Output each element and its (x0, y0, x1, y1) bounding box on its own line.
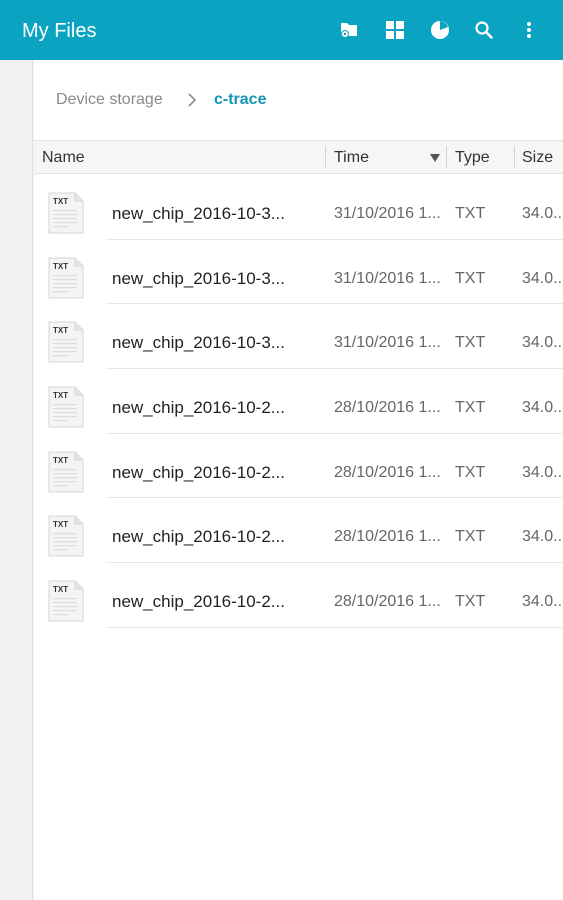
file-type: TXT (455, 528, 486, 546)
file-time: 28/10/2016 1... (334, 528, 441, 546)
txt-file-icon: TXT (48, 257, 84, 299)
app-title: My Files (22, 20, 97, 42)
file-size: 34.0... (522, 528, 563, 546)
file-size: 34.0... (522, 334, 563, 352)
svg-text:TXT: TXT (53, 520, 68, 529)
file-size: 34.0... (522, 269, 563, 287)
file-name: new_chip_2016-10-3... (112, 268, 285, 288)
file-time: 31/10/2016 1... (334, 334, 441, 352)
file-name: new_chip_2016-10-2... (112, 527, 285, 547)
svg-text:TXT: TXT (53, 585, 68, 594)
column-time[interactable]: Time (334, 149, 369, 167)
column-name[interactable]: Name (42, 149, 85, 167)
file-type: TXT (455, 463, 486, 481)
file-time: 31/10/2016 1... (334, 205, 441, 222)
file-name: new_chip_2016-10-2... (112, 462, 285, 482)
row-divider (106, 626, 563, 628)
file-row[interactable]: TXT new_chip_2016-10-3... 31/10/2016 1..… (34, 175, 563, 240)
file-size: 34.0... (522, 205, 563, 222)
txt-file-icon: TXT (48, 321, 84, 363)
pie-chart-icon[interactable] (428, 18, 452, 42)
file-type: TXT (455, 593, 486, 611)
file-row[interactable]: TXT new_chip_2016-10-2... 28/10/2016 1..… (34, 369, 563, 434)
navigation-drawer-strip[interactable] (0, 60, 33, 900)
column-size[interactable]: Size (522, 149, 553, 167)
svg-text:TXT: TXT (53, 326, 68, 335)
storage-icon[interactable] (337, 18, 361, 42)
svg-text:TXT: TXT (53, 262, 68, 271)
svg-text:TXT: TXT (53, 197, 68, 206)
chevron-right-icon (188, 93, 197, 107)
txt-file-icon: TXT (48, 386, 84, 428)
file-name: new_chip_2016-10-2... (112, 398, 285, 418)
file-size: 34.0... (522, 593, 563, 611)
breadcrumb-root[interactable]: Device storage (56, 91, 163, 109)
grid-view-icon[interactable] (383, 18, 407, 42)
file-size: 34.0... (522, 463, 563, 481)
more-vert-icon[interactable] (517, 18, 541, 42)
svg-text:TXT: TXT (53, 391, 68, 400)
txt-file-icon: TXT (48, 451, 84, 493)
file-row[interactable]: TXT new_chip_2016-10-3... 31/10/2016 1..… (34, 304, 563, 370)
file-list: TXT new_chip_2016-10-3... 31/10/2016 1..… (34, 175, 563, 628)
breadcrumb: Device storage c-trace (34, 60, 563, 140)
file-name: new_chip_2016-10-2... (112, 592, 285, 612)
column-header: Name Time Type Size (34, 140, 563, 174)
file-type: TXT (455, 334, 486, 352)
file-type: TXT (455, 269, 486, 287)
column-divider[interactable] (514, 146, 515, 168)
column-divider[interactable] (446, 146, 447, 168)
search-icon[interactable] (472, 18, 496, 42)
column-type[interactable]: Type (455, 149, 490, 167)
sort-descending-icon[interactable] (430, 154, 440, 162)
file-size: 34.0... (522, 399, 563, 417)
txt-file-icon: TXT (48, 515, 84, 557)
txt-file-icon: TXT (48, 580, 84, 622)
file-type: TXT (455, 205, 486, 222)
txt-file-icon: TXT (48, 192, 84, 234)
file-type: TXT (455, 399, 486, 417)
file-time: 28/10/2016 1... (334, 593, 441, 611)
column-divider[interactable] (325, 146, 326, 168)
file-name: new_chip_2016-10-3... (112, 333, 285, 353)
file-row[interactable]: TXT new_chip_2016-10-2... 28/10/2016 1..… (34, 498, 563, 564)
file-row[interactable]: TXT new_chip_2016-10-2... 28/10/2016 1..… (34, 434, 563, 499)
file-time: 31/10/2016 1... (334, 269, 441, 287)
file-time: 28/10/2016 1... (334, 399, 441, 417)
file-row[interactable]: TXT new_chip_2016-10-3... 31/10/2016 1..… (34, 240, 563, 305)
file-browser: Device storage c-trace Name Time Type Si… (34, 60, 563, 900)
file-time: 28/10/2016 1... (334, 463, 441, 481)
app-bar: My Files (0, 0, 563, 60)
file-name: new_chip_2016-10-3... (112, 204, 285, 223)
breadcrumb-current[interactable]: c-trace (214, 91, 266, 109)
file-row[interactable]: TXT new_chip_2016-10-2... 28/10/2016 1..… (34, 563, 563, 628)
svg-text:TXT: TXT (53, 456, 68, 465)
